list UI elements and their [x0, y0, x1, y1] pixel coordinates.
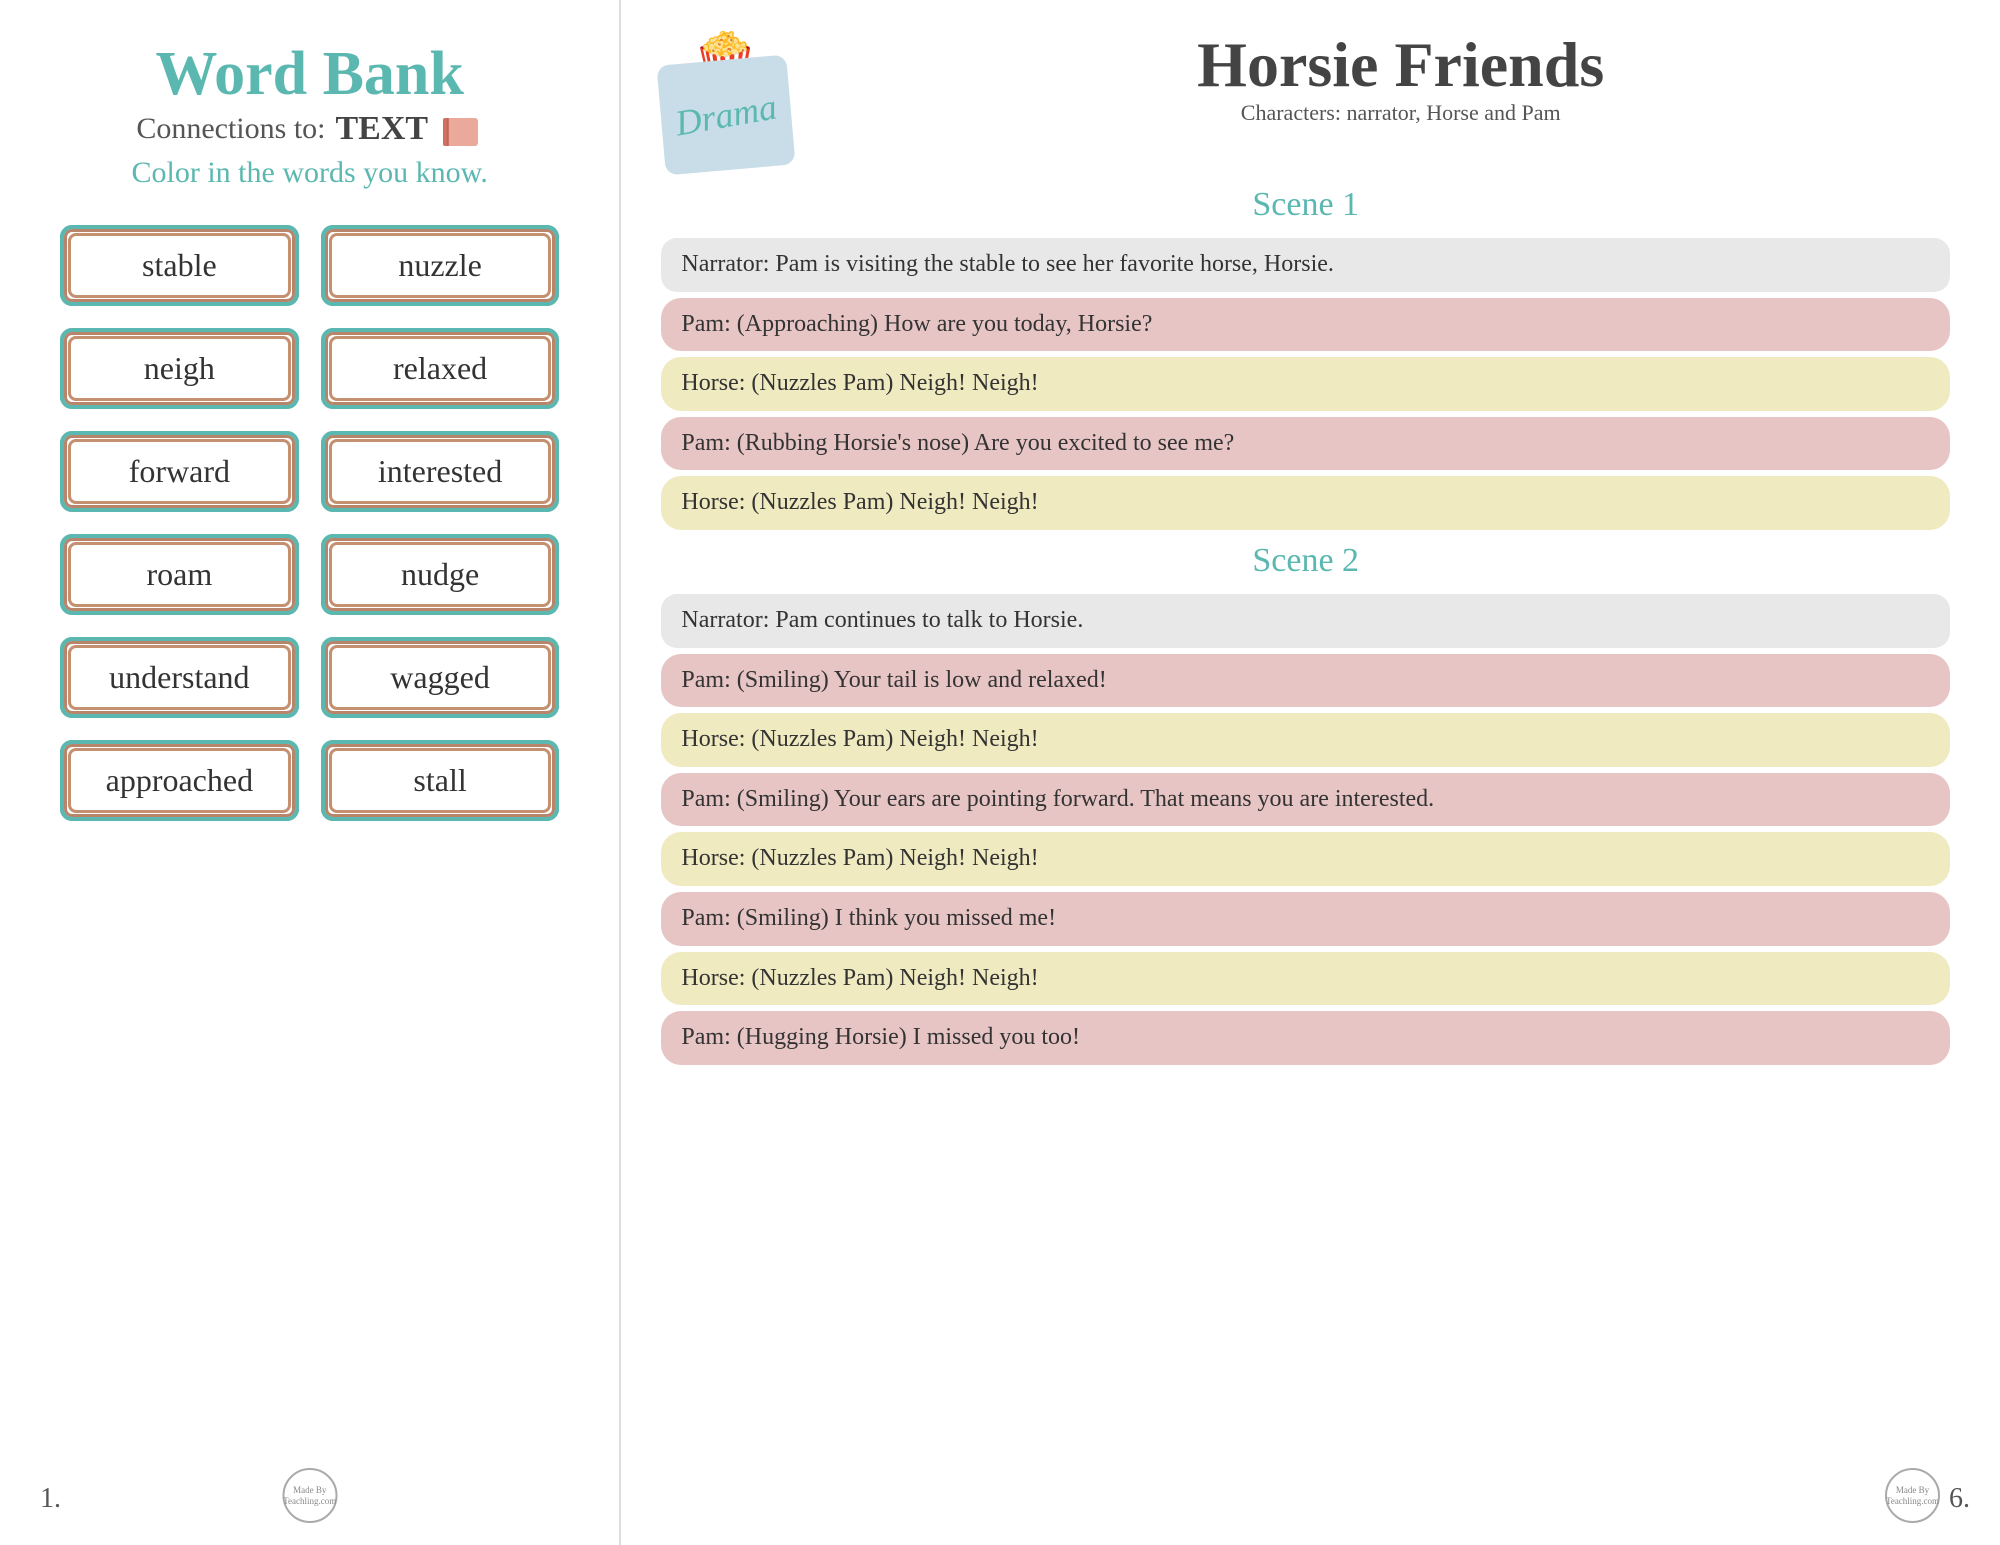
left-panel: Word Bank Connections to: TEXT Color in … — [0, 0, 619, 1545]
word-card: relaxed — [321, 328, 560, 409]
drama-badge-container: 🍿 Drama — [661, 30, 821, 170]
color-instruction: Color in the words you know. — [132, 156, 488, 190]
word-card: wagged — [321, 637, 560, 718]
word-card: nudge — [321, 534, 560, 615]
dialogue-bubble: Pam: (Smiling) I think you missed me! — [661, 892, 1950, 946]
dialogue-container: Scene 1 Narrator: Pam is visiting the sta… — [661, 180, 1950, 1065]
word-card: roam — [60, 534, 299, 615]
dialogue-bubble: Horse: (Nuzzles Pam) Neigh! Neigh! — [661, 832, 1950, 886]
word-card: interested — [321, 431, 560, 512]
dialogue-bubble: Pam: (Approaching) How are you today, Ho… — [661, 298, 1950, 352]
connections-value: TEXT — [335, 110, 428, 148]
dialogue-bubble: Horse: (Nuzzles Pam) Neigh! Neigh! — [661, 357, 1950, 411]
scene-title: Scene 1 — [661, 186, 1950, 224]
dialogue-bubble: Horse: (Nuzzles Pam) Neigh! Neigh! — [661, 952, 1950, 1006]
word-card: understand — [60, 637, 299, 718]
word-grid: stable nuzzle neigh relaxed forward intereste… — [50, 225, 569, 821]
scene-title: Scene 2 — [661, 542, 1950, 580]
right-panel: 🍿 Drama Horsie Friends Characters: narra… — [621, 0, 2000, 1545]
dialogue-bubble: Horse: (Nuzzles Pam) Neigh! Neigh! — [661, 713, 1950, 767]
bottom-logo-right: Made ByTeachling.com — [1885, 1468, 1940, 1525]
dialogue-bubble: Pam: (Rubbing Horsie's nose) Are you exc… — [661, 417, 1950, 471]
right-header: 🍿 Drama Horsie Friends Characters: narra… — [661, 30, 1950, 170]
word-card: forward — [60, 431, 299, 512]
left-logo-circle: Made ByTeachling.com — [282, 1468, 337, 1523]
word-card: neigh — [60, 328, 299, 409]
characters-line: Characters: narrator, Horse and Pam — [851, 100, 1950, 126]
word-bank-title: Word Bank — [156, 40, 464, 108]
page-number-right: 6. — [1949, 1483, 1970, 1515]
page-number-left: 1. — [40, 1483, 61, 1515]
word-card: stable — [60, 225, 299, 306]
word-card: stall — [321, 740, 560, 821]
drama-label: Drama — [673, 85, 781, 144]
word-card: nuzzle — [321, 225, 560, 306]
story-title: Horsie Friends — [851, 30, 1950, 100]
word-card: approached — [60, 740, 299, 821]
drama-badge: Drama — [657, 55, 796, 176]
right-logo-circle: Made ByTeachling.com — [1885, 1468, 1940, 1523]
dialogue-bubble: Narrator: Pam is visiting the stable to … — [661, 238, 1950, 292]
story-title-block: Horsie Friends Characters: narrator, Hor… — [851, 30, 1950, 130]
dialogue-bubble: Pam: (Smiling) Your tail is low and rela… — [661, 654, 1950, 708]
dialogue-bubble: Horse: (Nuzzles Pam) Neigh! Neigh! — [661, 476, 1950, 530]
connections-label: Connections to: — [136, 112, 325, 146]
bottom-logo-left: Made ByTeachling.com — [282, 1468, 337, 1525]
dialogue-bubble: Pam: (Smiling) Your ears are pointing fo… — [661, 773, 1950, 827]
book-icon — [438, 110, 483, 148]
dialogue-bubble: Narrator: Pam continues to talk to Horsi… — [661, 594, 1950, 648]
connections-line: Connections to: TEXT — [136, 110, 483, 148]
dialogue-bubble: Pam: (Hugging Horsie) I missed you too! — [661, 1011, 1950, 1065]
